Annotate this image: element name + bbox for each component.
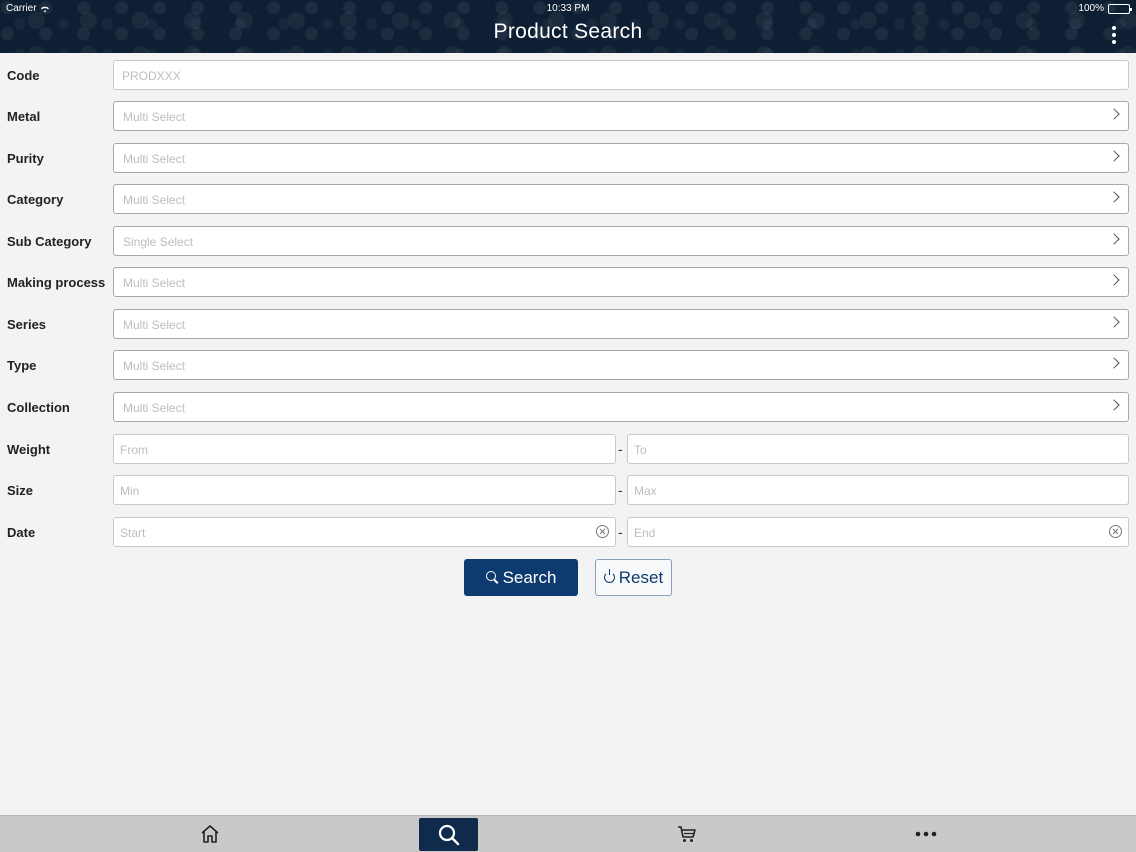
purity-select[interactable]: Multi Select: [113, 143, 1129, 173]
chevron-right-icon: [1108, 108, 1120, 120]
series-select[interactable]: Multi Select: [113, 309, 1129, 339]
making-process-placeholder: Multi Select: [123, 276, 186, 290]
date-start-placeholder: Start: [120, 526, 146, 540]
weight-to-input[interactable]: To: [627, 434, 1129, 464]
making-process-label: Making process: [7, 275, 106, 290]
date-end-placeholder: End: [634, 526, 656, 540]
type-row: Type Multi Select: [0, 350, 1136, 380]
home-icon: [201, 825, 219, 843]
battery-info: 100%: [1078, 3, 1132, 14]
tab-more[interactable]: [896, 816, 956, 852]
cart-icon: [678, 826, 696, 842]
code-row: Code PRODXXX: [0, 60, 1136, 90]
refresh-icon: [603, 569, 615, 583]
collection-placeholder: Multi Select: [123, 401, 186, 415]
tab-home[interactable]: [180, 816, 240, 852]
sub-category-label: Sub Category: [7, 234, 92, 249]
chevron-right-icon: [1108, 357, 1120, 369]
collection-select[interactable]: Multi Select: [113, 392, 1129, 422]
series-row: Series Multi Select: [0, 309, 1136, 339]
weight-from-input[interactable]: From: [113, 434, 616, 464]
search-icon: [438, 824, 459, 845]
range-separator: -: [618, 482, 623, 498]
clear-icon[interactable]: [1109, 525, 1122, 538]
weight-row: Weight From - To: [0, 434, 1136, 464]
status-bar: Carrier 10:33 PM 100%: [0, 0, 1136, 18]
search-button-label: Search: [502, 567, 557, 587]
sub-category-select[interactable]: Single Select: [113, 226, 1129, 256]
code-input[interactable]: PRODXXX: [113, 60, 1129, 90]
purity-row: Purity Multi Select: [0, 143, 1136, 173]
chevron-right-icon: [1108, 316, 1120, 328]
size-max-input[interactable]: Max: [627, 475, 1129, 505]
metal-select[interactable]: Multi Select: [113, 101, 1129, 131]
battery-icon: [1108, 3, 1132, 14]
range-separator: -: [618, 524, 623, 540]
range-separator: -: [618, 441, 623, 457]
type-placeholder: Multi Select: [123, 359, 186, 373]
sub-category-placeholder: Single Select: [123, 235, 194, 249]
purity-label: Purity: [7, 151, 44, 166]
status-time: 10:33 PM: [546, 3, 590, 14]
bottom-tab-bar: [0, 815, 1136, 852]
weight-label: Weight: [7, 442, 51, 457]
code-label: Code: [7, 68, 40, 83]
collection-row: Collection Multi Select: [0, 392, 1136, 422]
size-min-input[interactable]: Min: [113, 475, 616, 505]
tab-search[interactable]: [419, 818, 478, 851]
more-vertical-icon[interactable]: [1106, 26, 1122, 44]
battery-percent: 100%: [1078, 3, 1104, 14]
app-header: Carrier 10:33 PM 100% Product Search: [0, 0, 1136, 53]
chevron-right-icon: [1108, 274, 1120, 286]
reset-button-label: Reset: [618, 567, 664, 587]
series-placeholder: Multi Select: [123, 318, 186, 332]
tab-cart[interactable]: [657, 816, 717, 852]
purity-placeholder: Multi Select: [123, 152, 186, 166]
category-row: Category Multi Select: [0, 184, 1136, 214]
more-horizontal-icon: [915, 831, 937, 837]
chevron-right-icon: [1108, 150, 1120, 162]
chevron-right-icon: [1108, 191, 1120, 203]
metal-placeholder: Multi Select: [123, 110, 186, 124]
size-label: Size: [7, 483, 34, 498]
clear-icon[interactable]: [596, 525, 609, 538]
date-row: Date Start - End: [0, 517, 1136, 547]
sub-category-row: Sub Category Single Select: [0, 226, 1136, 256]
page-title: Product Search: [493, 20, 643, 43]
chevron-right-icon: [1108, 399, 1120, 411]
metal-label: Metal: [7, 109, 41, 124]
series-label: Series: [7, 317, 47, 332]
making-process-select[interactable]: Multi Select: [113, 267, 1129, 297]
size-row: Size Min - Max: [0, 475, 1136, 505]
making-process-row: Making process Multi Select: [0, 267, 1136, 297]
date-end-input[interactable]: End: [627, 517, 1129, 547]
date-start-input[interactable]: Start: [113, 517, 616, 547]
collection-label: Collection: [7, 400, 70, 415]
category-label: Category: [7, 192, 64, 207]
category-placeholder: Multi Select: [123, 193, 186, 207]
search-icon: [485, 571, 499, 584]
metal-row: Metal Multi Select: [0, 101, 1136, 131]
search-button[interactable]: Search: [464, 559, 578, 596]
chevron-right-icon: [1108, 233, 1120, 245]
date-label: Date: [7, 525, 36, 540]
type-select[interactable]: Multi Select: [113, 350, 1129, 380]
type-label: Type: [7, 358, 37, 373]
category-select[interactable]: Multi Select: [113, 184, 1129, 214]
reset-button[interactable]: Reset: [595, 559, 672, 596]
